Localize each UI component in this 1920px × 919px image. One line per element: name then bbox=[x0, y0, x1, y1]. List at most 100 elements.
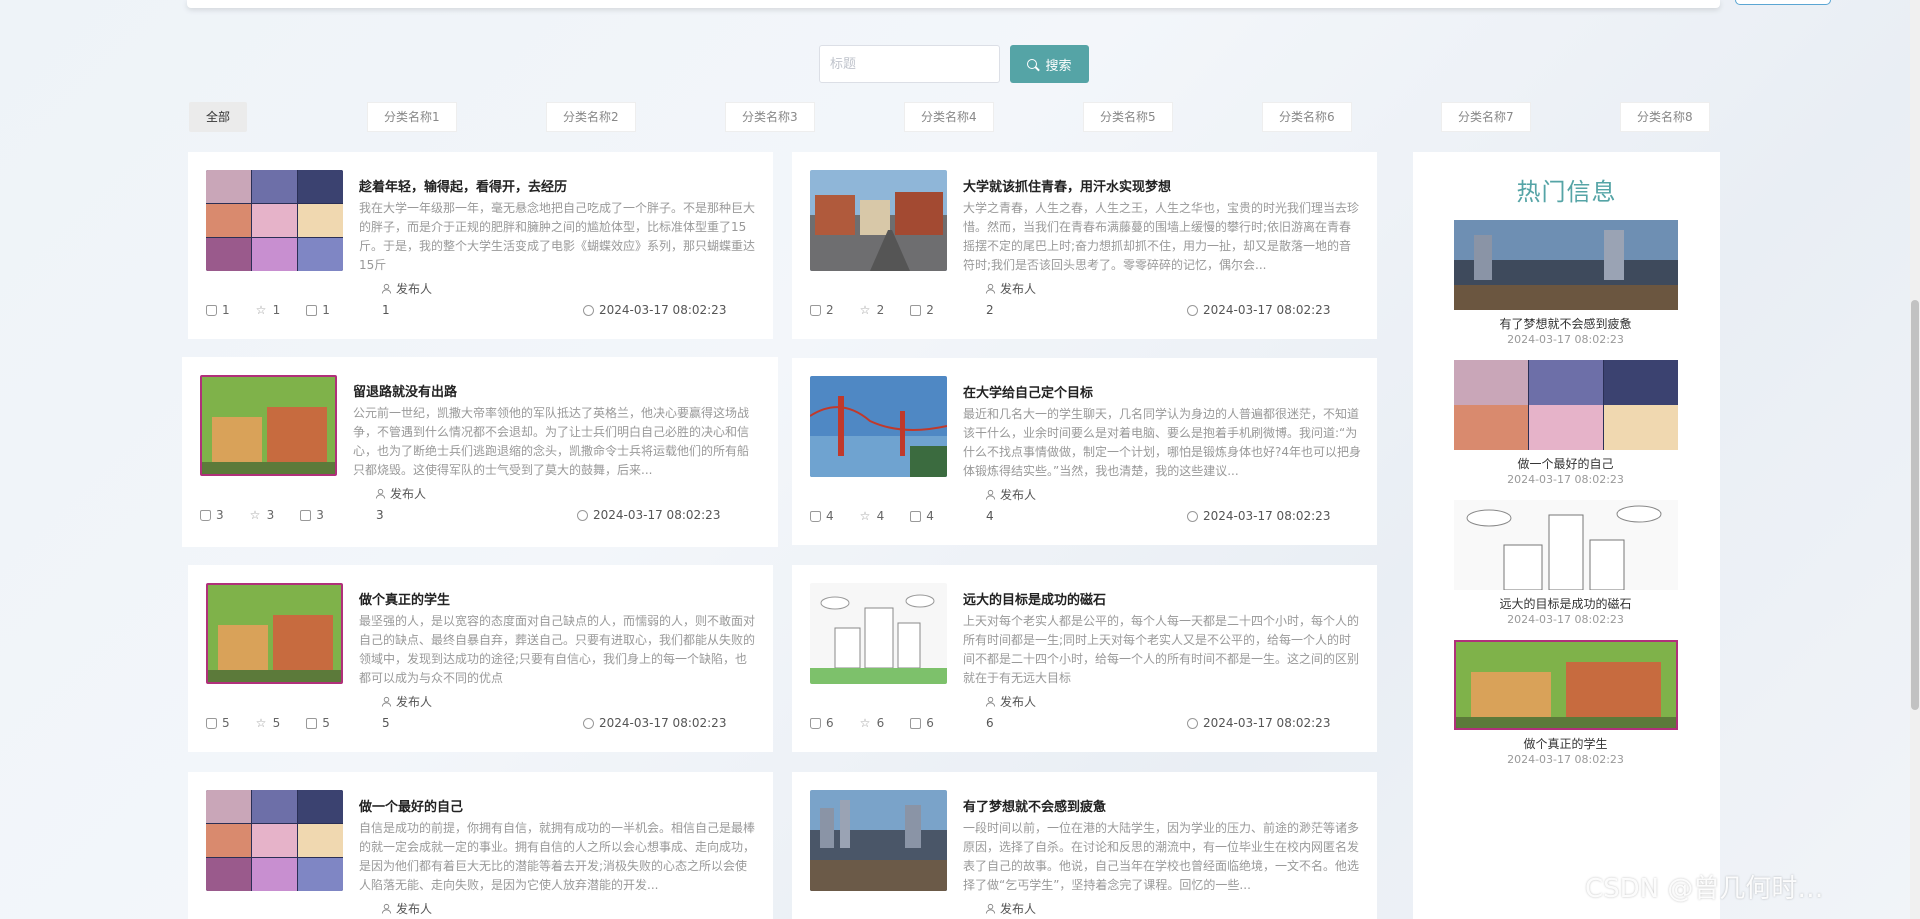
comment-stat[interactable]: 3 bbox=[300, 508, 324, 522]
article-thumbnail[interactable] bbox=[810, 376, 947, 477]
view-count: 1 bbox=[382, 303, 390, 317]
hot-item-title[interactable]: 有了梦想就不会感到疲惫 bbox=[1453, 317, 1678, 331]
hot-item-image[interactable] bbox=[1453, 640, 1678, 730]
article-date: 2024-03-17 08:02:23 bbox=[1187, 303, 1330, 317]
article-thumbnail[interactable] bbox=[206, 170, 343, 271]
search-button[interactable]: 搜索 bbox=[1010, 45, 1089, 83]
tab-category-2[interactable]: 分类名称2 bbox=[546, 102, 636, 132]
favorite-count: 4 bbox=[876, 509, 885, 523]
like-stat[interactable]: 1 bbox=[206, 303, 230, 317]
date-text: 2024-03-17 08:02:23 bbox=[599, 303, 727, 317]
hot-item[interactable]: 远大的目标是成功的磁石 2024-03-17 08:02:23 bbox=[1453, 500, 1678, 627]
comment-icon bbox=[306, 304, 318, 316]
view-count: 2 bbox=[986, 303, 994, 317]
hot-item[interactable]: 做个真正的学生 2024-03-17 08:02:23 bbox=[1453, 640, 1678, 767]
article-thumbnail[interactable] bbox=[810, 790, 947, 891]
comment-stat[interactable]: 4 bbox=[910, 509, 934, 523]
hot-item[interactable]: 做一个最好的自己 2024-03-17 08:02:23 bbox=[1453, 360, 1678, 487]
article-title[interactable]: 趁着年轻，输得起，看得开，去经历 bbox=[359, 176, 567, 195]
comment-stat[interactable]: 6 bbox=[910, 716, 934, 730]
favorite-count: 6 bbox=[876, 716, 885, 730]
article-excerpt: 我在大学一年级那一年，毫无悬念地把自己吃成了一个胖子。不是那种巨大的胖子，而是介… bbox=[359, 201, 756, 272]
article-title[interactable]: 远大的目标是成功的磁石 bbox=[963, 589, 1106, 608]
clock-icon bbox=[583, 717, 594, 729]
article-card[interactable]: 大学就该抓住青春，用汗水实现梦想 大学之青春，人生之春，人生之王，人生之华也，宝… bbox=[792, 152, 1377, 339]
star-icon: ☆ bbox=[255, 303, 267, 317]
like-stat[interactable]: 5 bbox=[206, 716, 230, 730]
tab-category-4[interactable]: 分类名称4 bbox=[904, 102, 994, 132]
article-thumbnail[interactable] bbox=[200, 375, 337, 476]
article-thumbnail[interactable] bbox=[206, 790, 343, 891]
header-button-edge[interactable] bbox=[1735, 0, 1831, 5]
hot-info-sidebar: 热门信息 有了梦想就不会感到疲惫 2024-03-17 08:02:23 做一个… bbox=[1413, 152, 1720, 919]
comment-stat[interactable]: 5 bbox=[306, 716, 330, 730]
search-input[interactable] bbox=[819, 45, 1000, 83]
tab-all[interactable]: 全部 bbox=[189, 102, 248, 132]
article-title[interactable]: 在大学给自己定个目标 bbox=[963, 382, 1093, 401]
article-title[interactable]: 做一个最好的自己 bbox=[359, 796, 463, 815]
article-card[interactable]: 有了梦想就不会感到疲惫 一段时间以前，一位在港的大陆学生，因为学业的压力、前途的… bbox=[792, 772, 1377, 919]
hot-item-image[interactable] bbox=[1453, 220, 1678, 310]
article-date: 2024-03-17 08:02:23 bbox=[577, 508, 720, 522]
tab-category-8[interactable]: 分类名称8 bbox=[1620, 102, 1710, 132]
article-excerpt: 大学之青春，人生之春，人生之王，人生之华也，宝贵的时光我们理当去珍惜。然而，当我… bbox=[963, 201, 1360, 272]
favorite-stat[interactable]: ☆ 2 bbox=[860, 303, 885, 317]
hot-item-title[interactable]: 做一个最好的自己 bbox=[1453, 457, 1678, 471]
favorite-stat[interactable]: ☆ 3 bbox=[250, 508, 275, 522]
clock-icon bbox=[1187, 717, 1198, 729]
article-card[interactable]: 做一个最好的自己 自信是成功的前提，你拥有自信，就拥有成功的一半机会。相信自己是… bbox=[188, 772, 773, 919]
article-thumbnail[interactable] bbox=[206, 583, 343, 684]
thumbs-up-icon bbox=[206, 717, 217, 729]
comment-stat[interactable]: 1 bbox=[306, 303, 330, 317]
article-card[interactable]: 趁着年轻，输得起，看得开，去经历 我在大学一年级那一年，毫无悬念地把自己吃成了一… bbox=[188, 152, 773, 339]
like-stat[interactable]: 6 bbox=[810, 716, 834, 730]
clock-icon bbox=[583, 304, 594, 316]
thumbs-up-icon bbox=[206, 304, 217, 316]
article-title[interactable]: 大学就该抓住青春，用汗水实现梦想 bbox=[963, 176, 1171, 195]
like-stat[interactable]: 3 bbox=[200, 508, 224, 522]
tab-category-3[interactable]: 分类名称3 bbox=[725, 102, 815, 132]
tab-category-7[interactable]: 分类名称7 bbox=[1441, 102, 1531, 132]
article-card[interactable]: 做个真正的学生 最坚强的人，是以宽容的态度面对自己缺点的人，而懦弱的人，则不敢面… bbox=[188, 565, 773, 752]
hot-item[interactable]: 有了梦想就不会感到疲惫 2024-03-17 08:02:23 bbox=[1453, 220, 1678, 347]
publisher-label: 发布人 bbox=[1000, 902, 1037, 916]
publisher-label: 发布人 bbox=[390, 487, 427, 501]
hot-item-title[interactable]: 做个真正的学生 bbox=[1453, 737, 1678, 751]
like-stat[interactable]: 4 bbox=[810, 509, 834, 523]
article-date: 2024-03-17 08:02:23 bbox=[1187, 716, 1330, 730]
hot-item-title[interactable]: 远大的目标是成功的磁石 bbox=[1453, 597, 1678, 611]
hot-item-image[interactable] bbox=[1453, 500, 1678, 590]
article-card[interactable]: 留退路就没有出路 公元前一世纪，凯撒大帝率领他的军队抵达了英格兰，他决心要赢得这… bbox=[182, 357, 778, 547]
like-stat[interactable]: 2 bbox=[810, 303, 834, 317]
scrollbar-thumb[interactable] bbox=[1911, 300, 1919, 710]
article-stats: 4 ☆ 4 4 bbox=[810, 509, 960, 523]
tab-category-6[interactable]: 分类名称6 bbox=[1262, 102, 1352, 132]
search-button-label: 搜索 bbox=[1045, 58, 1072, 74]
comment-count: 3 bbox=[316, 508, 324, 522]
search-icon bbox=[1027, 59, 1038, 69]
article-card[interactable]: 在大学给自己定个目标 最近和几名大一的学生聊天，几名同学认为身边的人普遍都很迷茫… bbox=[792, 358, 1377, 545]
article-title[interactable]: 做个真正的学生 bbox=[359, 589, 450, 608]
hot-item-image[interactable] bbox=[1453, 360, 1678, 450]
article-thumbnail[interactable] bbox=[810, 170, 947, 271]
article-title[interactable]: 留退路就没有出路 bbox=[353, 381, 457, 400]
favorite-stat[interactable]: ☆ 4 bbox=[860, 509, 885, 523]
category-tabs: 全部 分类名称1 分类名称2 分类名称3 分类名称4 分类名称5 分类名称6 分… bbox=[189, 102, 1710, 132]
article-excerpt: 公元前一世纪，凯撒大帝率领他的军队抵达了英格兰，他决心要赢得这场战争，不管遇到什… bbox=[353, 406, 750, 477]
article-title[interactable]: 有了梦想就不会感到疲惫 bbox=[963, 796, 1106, 815]
favorite-stat[interactable]: ☆ 6 bbox=[860, 716, 885, 730]
comment-stat[interactable]: 2 bbox=[910, 303, 934, 317]
user-icon bbox=[381, 696, 392, 707]
article-thumbnail[interactable] bbox=[810, 583, 947, 684]
comment-count: 5 bbox=[322, 716, 330, 730]
comment-icon bbox=[910, 510, 922, 522]
scrollbar[interactable] bbox=[1910, 0, 1920, 919]
favorite-stat[interactable]: ☆ 1 bbox=[256, 303, 281, 317]
thumbs-up-icon bbox=[810, 510, 821, 522]
favorite-stat[interactable]: ☆ 5 bbox=[256, 716, 281, 730]
tab-category-1[interactable]: 分类名称1 bbox=[367, 102, 457, 132]
article-card[interactable]: 远大的目标是成功的磁石 上天对每个老实人都是公平的，每个人每一天都是二十四个小时… bbox=[792, 565, 1377, 752]
like-count: 1 bbox=[222, 303, 230, 317]
tab-category-5[interactable]: 分类名称5 bbox=[1083, 102, 1173, 132]
clock-icon bbox=[577, 509, 588, 521]
